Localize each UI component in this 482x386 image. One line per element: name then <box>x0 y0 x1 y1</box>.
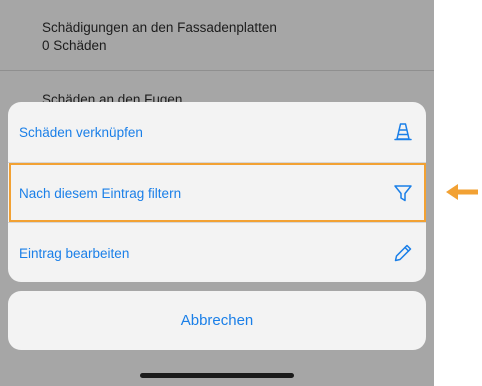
list-item-subtitle: 0 Schäden <box>42 38 107 53</box>
filter-funnel-icon <box>391 181 415 205</box>
action-label: Nach diesem Eintrag filtern <box>19 185 182 201</box>
action-label: Schäden verknüpfen <box>19 124 143 140</box>
list-item-title: Schädigungen an den Fassadenplatten <box>42 20 277 35</box>
pointer-arrow-icon <box>446 184 478 200</box>
edit-entry-action[interactable]: Eintrag bearbeiten <box>8 223 426 282</box>
action-sheet: Schäden verknüpfen Nach diesem Eintrag f… <box>8 102 426 282</box>
action-label: Eintrag bearbeiten <box>19 245 130 261</box>
traffic-cone-icon <box>391 120 415 144</box>
filter-by-entry-action[interactable]: Nach diesem Eintrag filtern <box>8 163 426 223</box>
link-damages-action[interactable]: Schäden verknüpfen <box>8 102 426 162</box>
home-indicator <box>140 373 294 378</box>
pencil-icon <box>391 241 415 265</box>
list-item: Schädigungen an den Fassadenplatten 0 Sc… <box>0 0 434 71</box>
cancel-button[interactable]: Abbrechen <box>8 291 426 350</box>
app-screen: Schädigungen an den Fassadenplatten 0 Sc… <box>0 0 434 386</box>
cancel-label: Abbrechen <box>180 312 254 329</box>
